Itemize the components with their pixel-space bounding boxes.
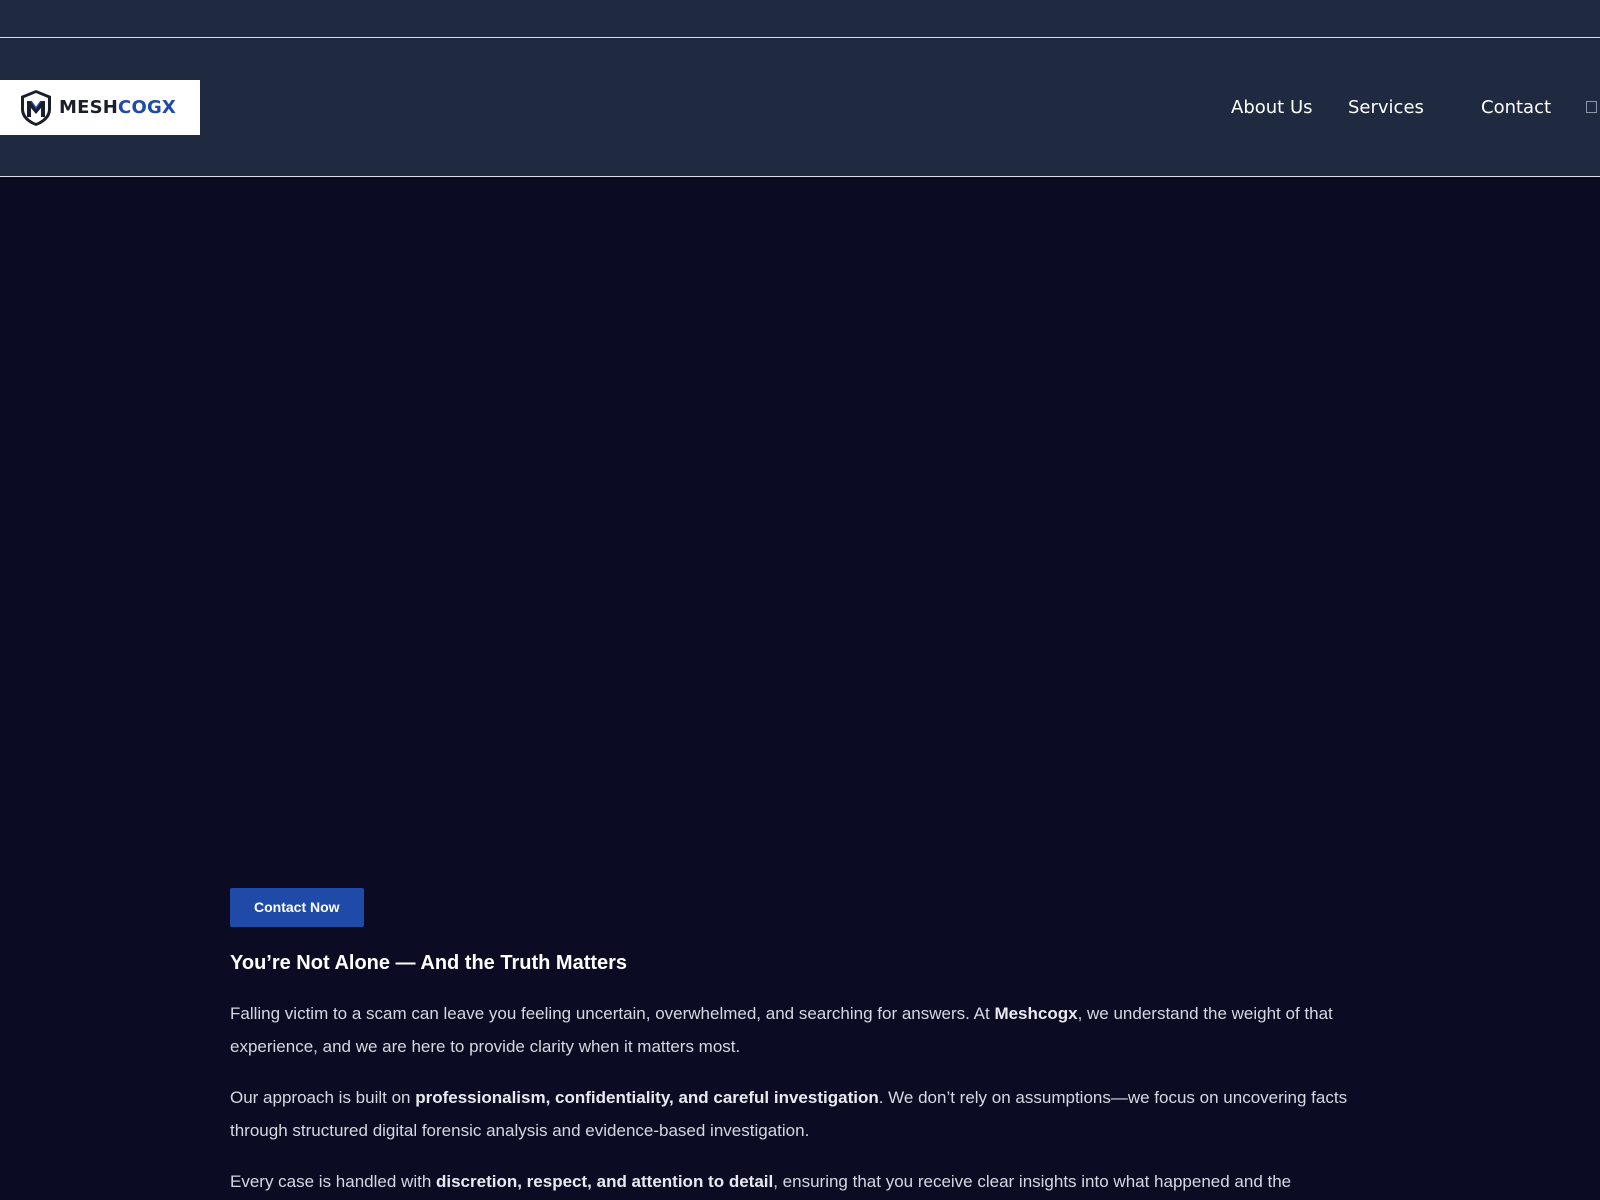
site-header: MESHCOGX About Us Services Contact xyxy=(0,38,1600,177)
nav-contact[interactable]: Contact xyxy=(1481,94,1551,122)
site-logo[interactable]: MESHCOGX xyxy=(0,80,200,135)
paragraph-1: Falling victim to a scam can leave you f… xyxy=(230,997,1370,1063)
logo-text-mesh: MESH xyxy=(59,97,119,118)
logo-text-cogx: COGX xyxy=(118,97,177,118)
paragraph-2-bold: professionalism, confidentiality, and ca… xyxy=(415,1088,879,1107)
paragraph-3-text-a: Every case is handled with xyxy=(230,1172,436,1191)
paragraph-2: Our approach is built on professionalism… xyxy=(230,1081,1370,1147)
paragraph-3: Every case is handled with discretion, r… xyxy=(230,1165,1370,1198)
intro-content: Contact Now You’re Not Alone — And the T… xyxy=(230,888,1370,1198)
paragraph-3-bold: discretion, respect, and attention to de… xyxy=(436,1172,774,1191)
paragraph-3-text-c: , ensuring that you receive clear insigh… xyxy=(773,1172,1292,1191)
nav-about-us[interactable]: About Us xyxy=(1231,94,1313,122)
paragraph-1-text-a: Falling victim to a scam can leave you f… xyxy=(230,1004,995,1023)
paragraph-1-bold: Meshcogx xyxy=(994,1004,1078,1023)
paragraph-2-text-a: Our approach is built on xyxy=(230,1088,416,1107)
top-bar xyxy=(0,0,1600,38)
shield-m-icon xyxy=(19,89,53,127)
contact-now-button[interactable]: Contact Now xyxy=(230,888,364,927)
section-heading: You’re Not Alone — And the Truth Matters xyxy=(230,952,628,974)
hero-section xyxy=(0,177,1600,877)
logo-wordmark: MESHCOGX xyxy=(59,97,176,118)
square-icon[interactable] xyxy=(1586,101,1597,113)
nav-services[interactable]: Services xyxy=(1348,94,1424,122)
